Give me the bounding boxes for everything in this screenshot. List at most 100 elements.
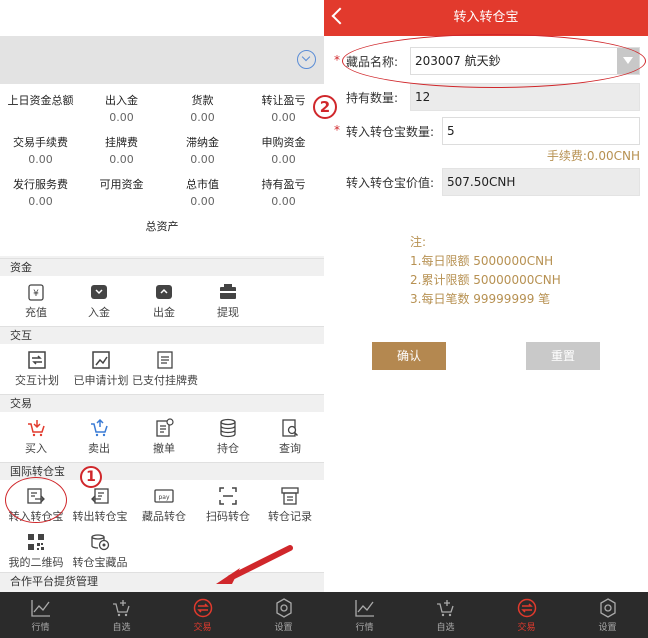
menu-item-label: 卖出 xyxy=(88,442,110,455)
trade-icon xyxy=(517,598,536,618)
confirm-button[interactable]: 确认 xyxy=(372,342,446,370)
stat-item: 发行服务费 0.00 xyxy=(0,176,81,208)
recharge-icon: ¥ xyxy=(28,284,44,301)
stat-value: 0.00 xyxy=(190,153,215,166)
tab-trade[interactable]: 交易 xyxy=(162,592,243,638)
menu-item-cash-out[interactable]: 提现 xyxy=(204,276,252,326)
stat-value: 0.00 xyxy=(190,195,215,208)
cart-icon xyxy=(112,600,130,617)
stat-item: 申购资金 0.00 xyxy=(243,134,324,166)
menu-item-transfer-out[interactable]: 转出转仓宝 xyxy=(70,480,130,530)
menu-item-label: 买入 xyxy=(25,442,47,455)
tab-trade[interactable]: 交易 xyxy=(486,592,567,638)
collapse-icon[interactable] xyxy=(297,50,316,69)
holding-label: 持有数量: xyxy=(346,91,399,105)
query-icon xyxy=(282,419,299,437)
menu-item-label: 扫码转仓 xyxy=(206,510,250,523)
nav-header: 转入转仓宝 xyxy=(324,0,648,36)
stat-label: 总市值 xyxy=(186,178,219,191)
tab-label: 自选 xyxy=(436,623,455,633)
fund-stats: 上日资金总额 出入金 0.00 货款 0.00 转让盈亏 0.00 交易手续费 0.00… xyxy=(0,84,324,256)
limit-notes: 注: 1.每日限额 5000000CNH 2.累计限额 50000000CNH … xyxy=(410,233,561,309)
note-line: 1.每日限额 5000000CNH xyxy=(410,254,554,268)
exchange-plan-icon xyxy=(28,351,46,369)
svg-text:pay: pay xyxy=(158,494,169,501)
menu-item-paid-fee[interactable]: 已支付挂牌费 xyxy=(132,344,198,394)
tab-settings[interactable]: 设置 xyxy=(243,592,324,638)
reset-button[interactable]: 重置 xyxy=(526,342,600,370)
menu-item-withdraw[interactable]: 出金 xyxy=(140,276,188,326)
stat-item: 可用资金 xyxy=(81,176,162,195)
scan-icon xyxy=(219,487,237,505)
record-icon xyxy=(281,487,299,505)
menu-item-label: 查询 xyxy=(279,442,301,455)
stat-label: 转让盈亏 xyxy=(261,94,306,107)
section-row-trade: 买入 卖出 撤单 持仓 查询 xyxy=(0,412,324,462)
stat-label: 货款 xyxy=(191,94,214,107)
menu-item-label: 充值 xyxy=(25,306,47,319)
stat-item: 货款 0.00 xyxy=(162,92,243,124)
menu-item-query[interactable]: 查询 xyxy=(266,412,314,462)
menu-item-recharge[interactable]: ¥ 充值 xyxy=(12,276,60,326)
cart-icon xyxy=(436,600,454,617)
stat-label: 发行服务费 xyxy=(13,178,68,191)
tab-settings[interactable]: 设置 xyxy=(567,592,648,638)
chart-icon xyxy=(354,600,374,617)
callout-number-1: 1 xyxy=(80,466,102,488)
tab-label: 设置 xyxy=(598,623,617,633)
tab-watchlist[interactable]: 自选 xyxy=(405,592,486,638)
left-screen: 上日资金总额 出入金 0.00 货款 0.00 转让盈亏 0.00 交易手续费 0.00… xyxy=(0,0,324,638)
tab-market[interactable]: 行情 xyxy=(0,592,81,638)
total-assets-label: 总资产 xyxy=(145,220,179,233)
sell-icon xyxy=(91,418,108,437)
tab-market[interactable]: 行情 xyxy=(324,592,405,638)
stat-label: 上日资金总额 xyxy=(7,94,74,107)
menu-item-label: 转仓记录 xyxy=(268,510,312,523)
section-title-trade: 交易 xyxy=(0,394,324,412)
quantity-input[interactable]: 5 xyxy=(442,117,640,145)
quantity-label: 转入转仓宝数量: xyxy=(346,125,435,139)
stat-value: 0.00 xyxy=(109,111,134,124)
stat-item: 上日资金总额 xyxy=(0,92,81,111)
menu-item-transfer-collection[interactable]: 转仓宝藏品 xyxy=(70,530,130,580)
menu-item-label: 撤单 xyxy=(153,442,175,455)
stat-value: 0.00 xyxy=(271,111,296,124)
menu-item-label: 提现 xyxy=(217,306,239,319)
required-mark: * xyxy=(334,53,340,67)
tab-watchlist[interactable]: 自选 xyxy=(81,592,162,638)
stat-item: 出入金 0.00 xyxy=(81,92,162,124)
tab-bar-right: 行情 自选 交易 设置 xyxy=(324,592,648,638)
menu-item-cancel-order[interactable]: 撤单 xyxy=(140,412,188,462)
menu-item-scan-transfer[interactable]: 扫码转仓 xyxy=(202,480,254,530)
menu-item-position[interactable]: 持仓 xyxy=(204,412,252,462)
menu-item-transfer-record[interactable]: 转仓记录 xyxy=(264,480,316,530)
menu-item-applied-plan[interactable]: 已申请计划 xyxy=(70,344,132,394)
fee-text: 手续费:0.00CNH xyxy=(546,149,640,163)
stat-item: 转让盈亏 0.00 xyxy=(243,92,324,124)
value-row: 转入转仓宝价值: 507.50CNH xyxy=(324,168,648,196)
stat-label: 出入金 xyxy=(105,94,138,107)
buy-icon xyxy=(28,420,45,437)
stat-value: 0.00 xyxy=(271,195,296,208)
stat-item: 总市值 0.00 xyxy=(162,176,243,208)
stat-label: 交易手续费 xyxy=(13,136,68,149)
tab-label: 设置 xyxy=(274,623,293,633)
tab-label: 自选 xyxy=(112,623,131,633)
callout-ellipse-2 xyxy=(342,34,646,88)
menu-item-my-qrcode[interactable]: 我的二维码 xyxy=(6,530,66,580)
menu-item-sell[interactable]: 卖出 xyxy=(75,412,123,462)
menu-item-exchange-plan[interactable]: 交互计划 xyxy=(10,344,64,394)
menu-item-label: 转出转仓宝 xyxy=(72,510,128,523)
stat-value: 0.00 xyxy=(190,111,215,124)
menu-item-deposit[interactable]: 入金 xyxy=(75,276,123,326)
paid-fee-icon xyxy=(157,351,173,369)
stat-label: 持有盈亏 xyxy=(261,178,306,191)
section-title-funds: 资金 xyxy=(0,258,324,276)
menu-item-collection-transfer[interactable]: pay 藏品转仓 xyxy=(138,480,190,530)
page-title: 转入转仓宝 xyxy=(453,10,519,25)
stat-value: 0.00 xyxy=(28,195,53,208)
stat-item: 持有盈亏 0.00 xyxy=(243,176,324,208)
menu-item-buy[interactable]: 买入 xyxy=(12,412,60,462)
stat-item: 交易手续费 0.00 xyxy=(0,134,81,166)
function-menu: 资金 ¥ 充值 入金 出金 提现 交互 交互计划 已申请计划 已支付挂牌费 交易… xyxy=(0,258,324,590)
